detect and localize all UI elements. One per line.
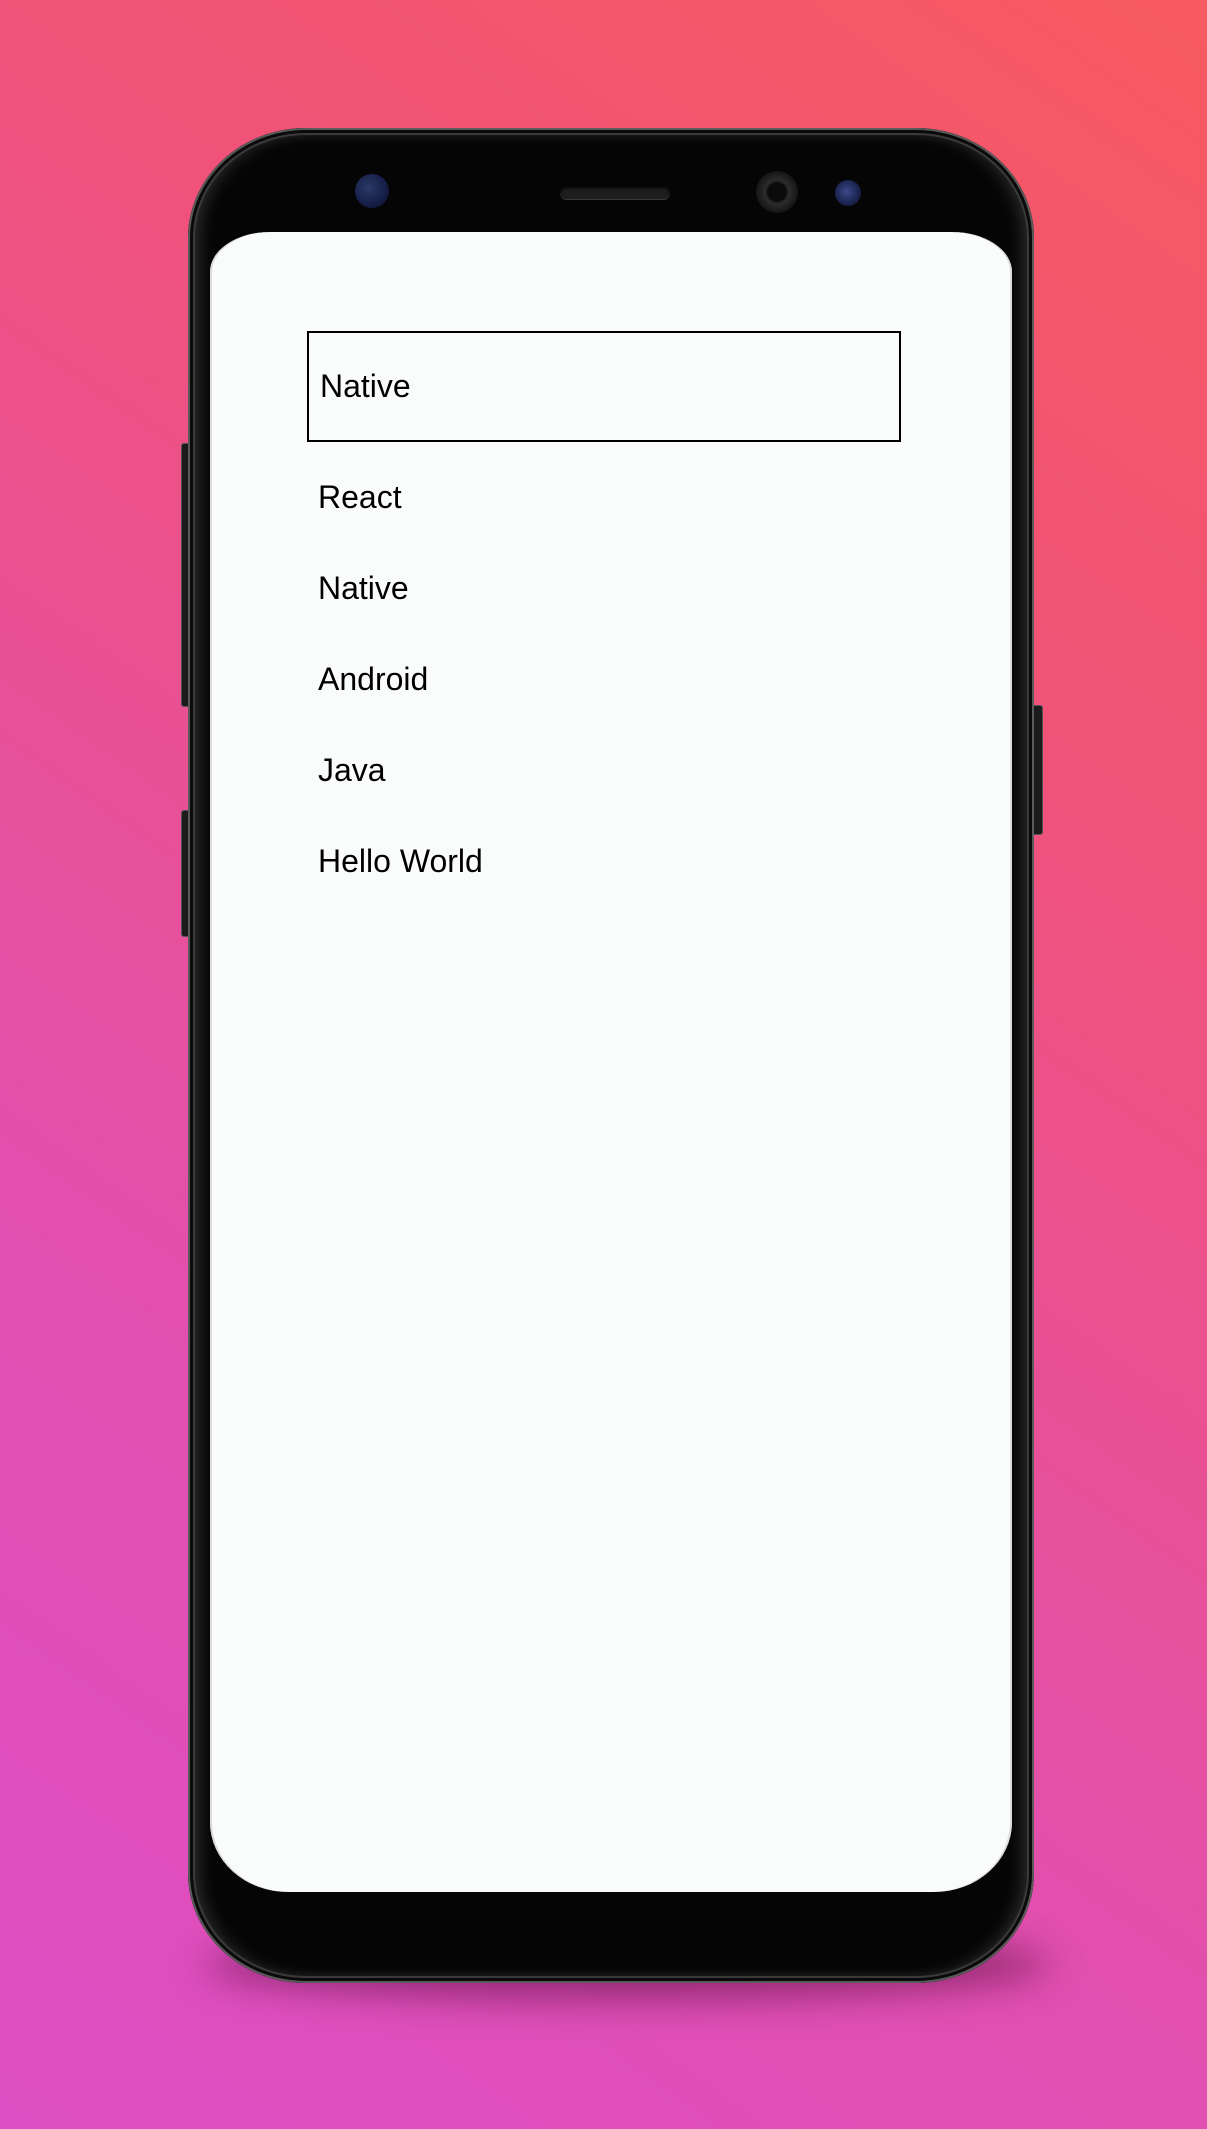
proximity-sensor-icon bbox=[355, 174, 389, 208]
list-item-hello-world[interactable]: Hello World bbox=[318, 841, 483, 932]
app-screen: Native React Native Android Java Hello W… bbox=[210, 232, 1012, 1892]
earpiece-speaker bbox=[560, 186, 670, 199]
selected-item-box[interactable]: Native bbox=[307, 331, 901, 442]
list-item-react[interactable]: React bbox=[318, 477, 483, 568]
item-list: React Native Android Java Hello World bbox=[318, 477, 483, 932]
front-camera-icon bbox=[756, 171, 798, 213]
iris-sensor-icon bbox=[835, 180, 861, 206]
selected-item-text: Native bbox=[320, 368, 411, 404]
list-item-android[interactable]: Android bbox=[318, 659, 483, 750]
list-item-java[interactable]: Java bbox=[318, 750, 483, 841]
list-item-native[interactable]: Native bbox=[318, 568, 483, 659]
